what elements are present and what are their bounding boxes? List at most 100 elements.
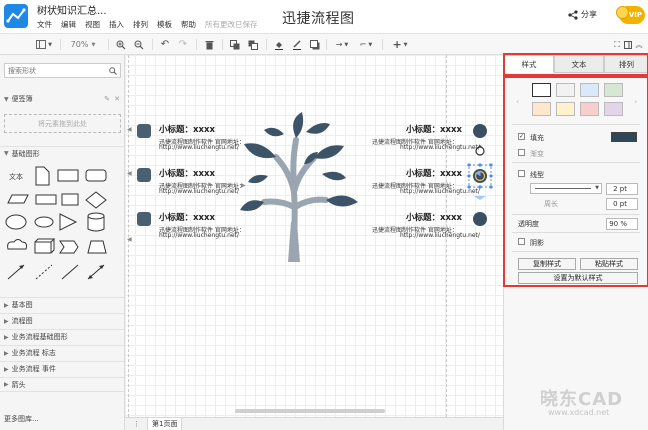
menu-edit[interactable]: 编辑 — [61, 19, 76, 30]
line-checkbox[interactable] — [518, 170, 525, 177]
page-tab-bar: ⋮ 第1页面 — [125, 417, 503, 430]
chevron-left-icon[interactable]: ‹ — [516, 97, 519, 106]
shape-rectangle[interactable] — [57, 169, 79, 182]
shape-rounded-rect[interactable] — [85, 169, 107, 182]
shape-arrow-line[interactable] — [7, 264, 25, 280]
share-button[interactable]: 分享 — [568, 9, 597, 20]
style-swatch-purple[interactable] — [604, 102, 623, 116]
more-shapes-link[interactable]: 更多图库... — [4, 414, 39, 424]
app-logo[interactable] — [4, 4, 28, 28]
set-default-style-button[interactable]: 设置为默认样式 — [518, 272, 638, 284]
zoom-select[interactable]: 70% ▼ — [68, 37, 98, 52]
undo-button[interactable]: ↶ — [158, 37, 172, 52]
shape-triangle[interactable] — [59, 213, 78, 231]
category-bpmn-marker[interactable]: ▶ 业务流程 标志 — [0, 345, 124, 360]
to-back-button[interactable] — [246, 37, 260, 52]
fullscreen-button[interactable]: ⛶ — [612, 37, 622, 52]
shape-cylinder-wide[interactable] — [35, 194, 57, 205]
menu-view[interactable]: 视图 — [85, 19, 100, 30]
shape-document[interactable] — [35, 166, 50, 186]
search-box[interactable] — [4, 63, 121, 78]
opacity-input[interactable]: 90 % — [606, 218, 638, 230]
perimeter-input[interactable]: 0 pt — [606, 198, 638, 210]
arrow-left-icon[interactable]: ◀ — [127, 170, 132, 177]
fill-checkbox[interactable]: ✓ — [518, 133, 525, 140]
chevron-down-icon: ▼ — [368, 41, 373, 48]
line-color-button[interactable] — [290, 37, 304, 52]
fill-color-button[interactable] — [272, 37, 286, 52]
arrow-left-icon[interactable]: ◀ — [127, 236, 132, 243]
category-bpmn-event[interactable]: ▶ 业务流程 事件 — [0, 361, 124, 376]
connector-style-button[interactable]: → ▼ — [332, 37, 352, 52]
fill-color-picker[interactable] — [611, 132, 637, 142]
scratchpad-drop-zone[interactable]: 将元素拖到此处 — [4, 114, 121, 133]
delete-button[interactable] — [202, 37, 216, 52]
page-tab-1[interactable]: 第1页面 — [147, 418, 183, 430]
shape-line[interactable] — [61, 264, 79, 280]
rotate-handle[interactable] — [475, 146, 485, 156]
topic-node-left-2[interactable]: 小标题：xxxx 迅捷流程图制作软件 官网地址： http://www.liuc… — [137, 166, 257, 200]
search-input[interactable] — [8, 66, 104, 76]
topic-node-left-1[interactable]: 小标题：xxxx 迅捷流程图制作软件 官网地址： http://www.liuc… — [137, 122, 257, 156]
category-basic[interactable]: ▶ 基本图 — [0, 297, 124, 312]
menu-arrange[interactable]: 排列 — [133, 19, 148, 30]
shape-trapezoid[interactable] — [87, 240, 107, 254]
redo-button[interactable]: ↷ — [176, 37, 190, 52]
style-swatch-green[interactable] — [604, 83, 623, 97]
paste-style-button[interactable]: 粘贴样式 — [580, 258, 638, 270]
shadow-checkbox[interactable] — [518, 238, 525, 245]
menu-template[interactable]: 模板 — [157, 19, 172, 30]
insert-button[interactable]: + ▼ — [390, 37, 410, 52]
arrow-right-icon[interactable]: ▶ — [241, 182, 246, 189]
line-width-input[interactable]: 2 pt — [606, 183, 638, 195]
tree-illustration[interactable] — [240, 112, 360, 262]
style-swatch-blue[interactable] — [580, 83, 599, 97]
category-bpmn-basic[interactable]: ▶ 业务流程基础图形 — [0, 329, 124, 344]
shape-cylinder[interactable] — [87, 212, 105, 232]
close-icon[interactable]: ✕ — [114, 95, 120, 103]
shape-cloud[interactable] — [7, 239, 27, 250]
shape-circle-flat[interactable] — [34, 216, 54, 228]
shape-ellipse[interactable] — [5, 214, 27, 230]
shape-diamond[interactable] — [85, 191, 107, 209]
format-panel-button[interactable] — [623, 37, 633, 52]
menu-help[interactable]: 帮助 — [181, 19, 196, 30]
shape-cube[interactable] — [34, 238, 56, 254]
horizontal-scrollbar[interactable] — [235, 409, 385, 413]
shape-parallelogram[interactable] — [7, 194, 29, 204]
menu-file[interactable]: 文件 — [37, 19, 52, 30]
zoom-in-button[interactable] — [114, 37, 128, 52]
shape-dashed-line[interactable] — [35, 264, 53, 280]
shape-bidirectional-arrow[interactable] — [87, 264, 105, 280]
style-swatch-orange[interactable] — [532, 102, 551, 116]
shadow-button[interactable] — [308, 37, 322, 52]
style-swatch-yellow[interactable] — [556, 102, 575, 116]
connect-arrow-left-icon[interactable]: ◀ — [475, 169, 480, 177]
shape-step[interactable] — [59, 240, 79, 254]
menu-insert[interactable]: 插入 — [109, 19, 124, 30]
style-swatch-gray[interactable] — [556, 83, 575, 97]
topic-node-right-3[interactable]: 小标题：xxxx 迅捷流程图制作软件 官网地址： http://www.liuc… — [360, 210, 490, 244]
zoom-out-button[interactable] — [132, 37, 146, 52]
scratchpad-header[interactable]: ▼ 便签簿 ✎ ✕ — [0, 92, 124, 106]
waypoint-style-button[interactable]: ⌐ ▼ — [356, 37, 376, 52]
category-flowchart[interactable]: ▶ 流程图 — [0, 313, 124, 328]
more-vertical-icon[interactable]: ⋮ — [133, 420, 140, 428]
shape-text[interactable]: 文本 — [9, 172, 23, 181]
to-front-button[interactable] — [228, 37, 242, 52]
topic-node-left-3[interactable]: 小标题：xxxx 迅捷流程图制作软件 官网地址： http://www.liuc… — [137, 210, 257, 244]
style-swatch-red[interactable] — [580, 102, 599, 116]
document-title[interactable]: 树状知识汇总... — [37, 2, 107, 17]
collapse-button[interactable]: ︽ — [634, 37, 644, 52]
category-arrows[interactable]: ▶ 箭头 — [0, 377, 124, 392]
arrow-left-icon[interactable]: ◀ — [127, 126, 132, 133]
gradient-checkbox[interactable] — [518, 149, 525, 156]
line-pattern-select[interactable]: ▼ — [530, 183, 602, 194]
edit-icon[interactable]: ✎ — [104, 95, 110, 103]
copy-style-button[interactable]: 复制样式 — [518, 258, 576, 270]
shape-rect-small[interactable] — [61, 193, 79, 206]
page-view-button[interactable]: ▼ — [34, 37, 54, 52]
basic-shapes-header[interactable]: ▼ 基础图形 — [0, 146, 124, 160]
chevron-right-icon[interactable]: › — [634, 97, 637, 106]
style-swatch-white[interactable] — [532, 83, 551, 97]
